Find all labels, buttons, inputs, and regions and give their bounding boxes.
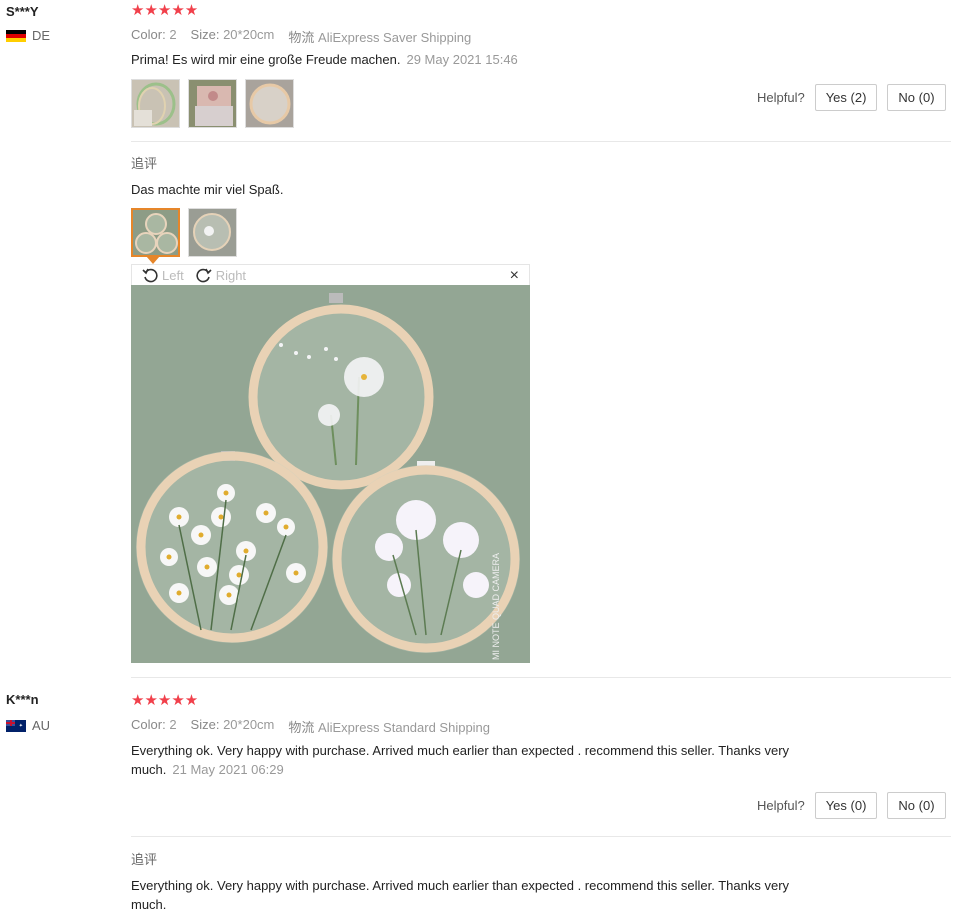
color-info: Color: 2 [131,717,177,736]
review-date: 29 May 2021 15:46 [406,52,518,67]
reviewer-name: K***n [6,692,39,707]
shipping-value: AliExpress Saver Shipping [318,30,472,45]
color-label: Color: [131,717,166,732]
rotate-left-button[interactable]: Left [142,267,184,283]
photo-watermark: MI NOTE QUAD CAMERA [491,553,501,660]
star-rating: ★★★★★ [131,3,198,19]
image-viewer-toolbar: Left Right × [131,264,530,285]
helpful-label: Helpful? [757,90,805,105]
review-photo-thumb[interactable] [131,79,180,128]
divider [131,141,951,142]
country-code: DE [32,28,51,43]
followup-photos [131,208,237,264]
enlarged-review-photo: MI NOTE QUAD CAMERA [131,285,530,663]
rotate-right-button[interactable]: Right [196,267,246,283]
review-body: Prima! Es wird mir eine große Freude mac… [131,50,518,69]
size-info: Size: 20*20cm [191,27,275,46]
color-info: Color: 2 [131,27,177,46]
rotate-left-icon [142,268,158,283]
shipping-info: 物流 AliExpress Saver Shipping [288,27,471,46]
size-value: 20*20cm [223,717,275,732]
country-code: AU [32,718,51,733]
reviewer-country: DE [6,28,50,43]
helpful-yes-button[interactable]: Yes (2) [814,84,878,111]
review-photos [131,79,294,128]
flag-de-icon [6,29,26,42]
rating-stars: ★★★★★ [131,692,199,709]
color-value: 2 [169,27,177,42]
color-label: Color: [131,27,166,42]
followup-photo-thumb[interactable] [188,208,237,257]
rotate-left-label: Left [162,267,184,283]
review-text: Prima! Es wird mir eine große Freude mac… [131,52,401,67]
review-body: Everything ok. Very happy with purchase.… [131,741,836,779]
rating-stars: ★★★★★ [131,2,199,19]
rotate-right-icon [196,268,212,283]
size-label: Size: [190,717,220,732]
followup-label: 追评 [131,852,158,867]
helpful-yes-button[interactable]: Yes (0) [814,792,878,819]
star-rating: ★★★★★ [131,693,198,709]
divider [131,677,951,678]
review-date: 21 May 2021 06:29 [172,762,284,777]
review-meta: Color: 2 Size: 20*20cm 物流 AliExpress Sav… [131,27,471,46]
helpful-label: Helpful? [757,798,805,813]
followup-label: 追评 [131,156,158,171]
color-value: 2 [169,717,177,732]
shipping-value: AliExpress Standard Shipping [318,720,491,735]
review-photo-thumb[interactable] [188,79,237,128]
review-photo-thumb[interactable] [245,79,294,128]
flag-au-icon [6,719,26,732]
size-label: Size: [190,27,220,42]
helpful-vote: Helpful? Yes (0) No (0) [757,792,946,819]
thumb-pointer-icon [146,256,160,264]
reviewer-name: S***Y [6,4,39,19]
helpful-no-button[interactable]: No (0) [887,792,946,819]
followup-photo-thumb[interactable] [131,208,180,257]
size-value: 20*20cm [223,27,275,42]
review-meta: Color: 2 Size: 20*20cm 物流 AliExpress Sta… [131,717,490,736]
divider [131,836,951,837]
helpful-no-button[interactable]: No (0) [887,84,946,111]
reviewer-country: AU [6,718,50,733]
size-info: Size: 20*20cm [191,717,275,736]
shipping-info: 物流 AliExpress Standard Shipping [288,717,490,736]
shipping-label: 物流 [288,30,315,45]
close-viewer-button[interactable]: × [510,267,519,285]
shipping-label: 物流 [288,720,315,735]
followup-text: Everything ok. Very happy with purchase.… [131,878,790,912]
rotate-right-label: Right [215,267,247,283]
helpful-vote: Helpful? Yes (2) No (0) [757,84,946,111]
followup-text: Das machte mir viel Spaß. [131,182,284,197]
